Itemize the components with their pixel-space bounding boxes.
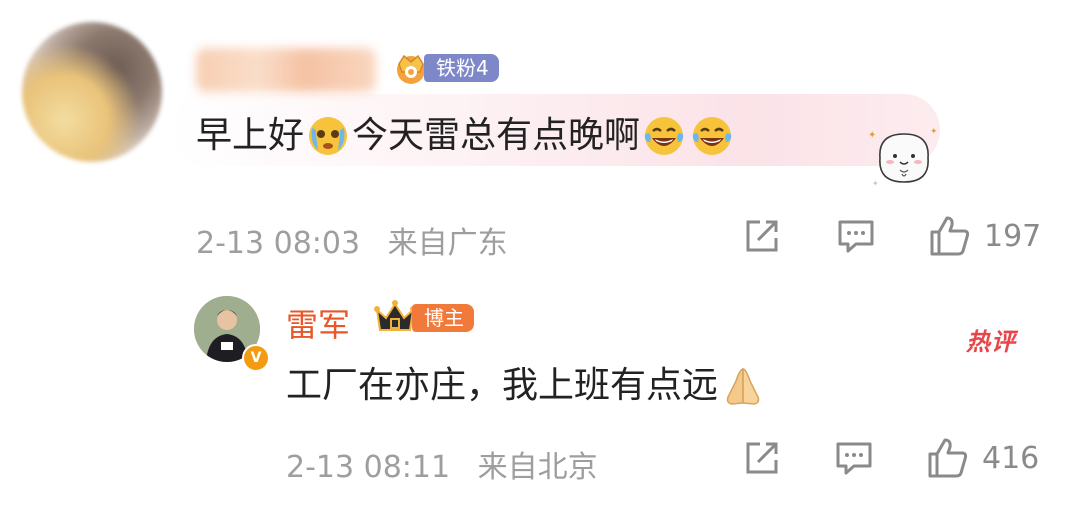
comment-meta: 2-13 08:11 来自北京 [286,442,616,486]
comment-text: 早上好 今天雷总有点晚啊 [196,112,736,160]
share-button[interactable] [742,216,782,256]
like-button[interactable]: 197 [928,214,1041,258]
comment-button[interactable] [836,216,876,256]
comment-icon [836,442,872,475]
like-count: 416 [982,440,1040,476]
like-count: 197 [984,218,1042,254]
share-button[interactable] [742,438,782,478]
comment-location: 来自广东 [387,226,508,261]
verified-badge: V [242,344,270,372]
svg-text:✦: ✦ [872,179,879,188]
comment-timestamp: 2-13 08:03 [196,226,361,261]
host-badge-label: 博主 [412,304,474,332]
comment-timestamp: 2-13 08:11 [286,450,451,485]
praying-hands-emoji-icon [726,368,760,405]
share-icon [746,220,778,252]
comment-text-part: 早上好 [196,115,305,156]
comment-location: 来自北京 [477,450,598,485]
laughing-tears-emoji-icon [692,117,732,155]
like-button[interactable]: 416 [926,436,1039,480]
svg-text:✦: ✦ [868,130,876,141]
comment-text-part: 工厂在亦庄，我上班有点远 [286,365,719,406]
decorative-mascot-icon: ✦ ✦ ✦ [868,127,938,188]
laughing-tears-emoji-icon [644,117,684,155]
like-icon [930,216,970,256]
comment-text: 工厂在亦庄，我上班有点远 [286,362,768,410]
fan-level-badge[interactable]: 铁粉4 [392,50,499,86]
avatar[interactable] [22,22,162,162]
comment-icon [838,220,874,253]
like-icon [928,438,968,478]
crying-emoji-icon [309,117,348,155]
svg-text:✦: ✦ [930,127,938,137]
comment-text-part: 今天雷总有点晚啊 [352,115,641,156]
comment-button[interactable] [834,438,874,478]
hot-comment-badge: 热评 [966,328,1016,356]
share-icon [746,442,778,474]
host-badge[interactable]: 博主 [372,298,474,338]
comment-meta: 2-13 08:03 来自广东 [196,218,526,262]
fan-badge-label: 铁粉4 [424,54,499,82]
author-name[interactable]: 雷军 [286,300,350,346]
author-name-blurred[interactable] [196,48,376,92]
